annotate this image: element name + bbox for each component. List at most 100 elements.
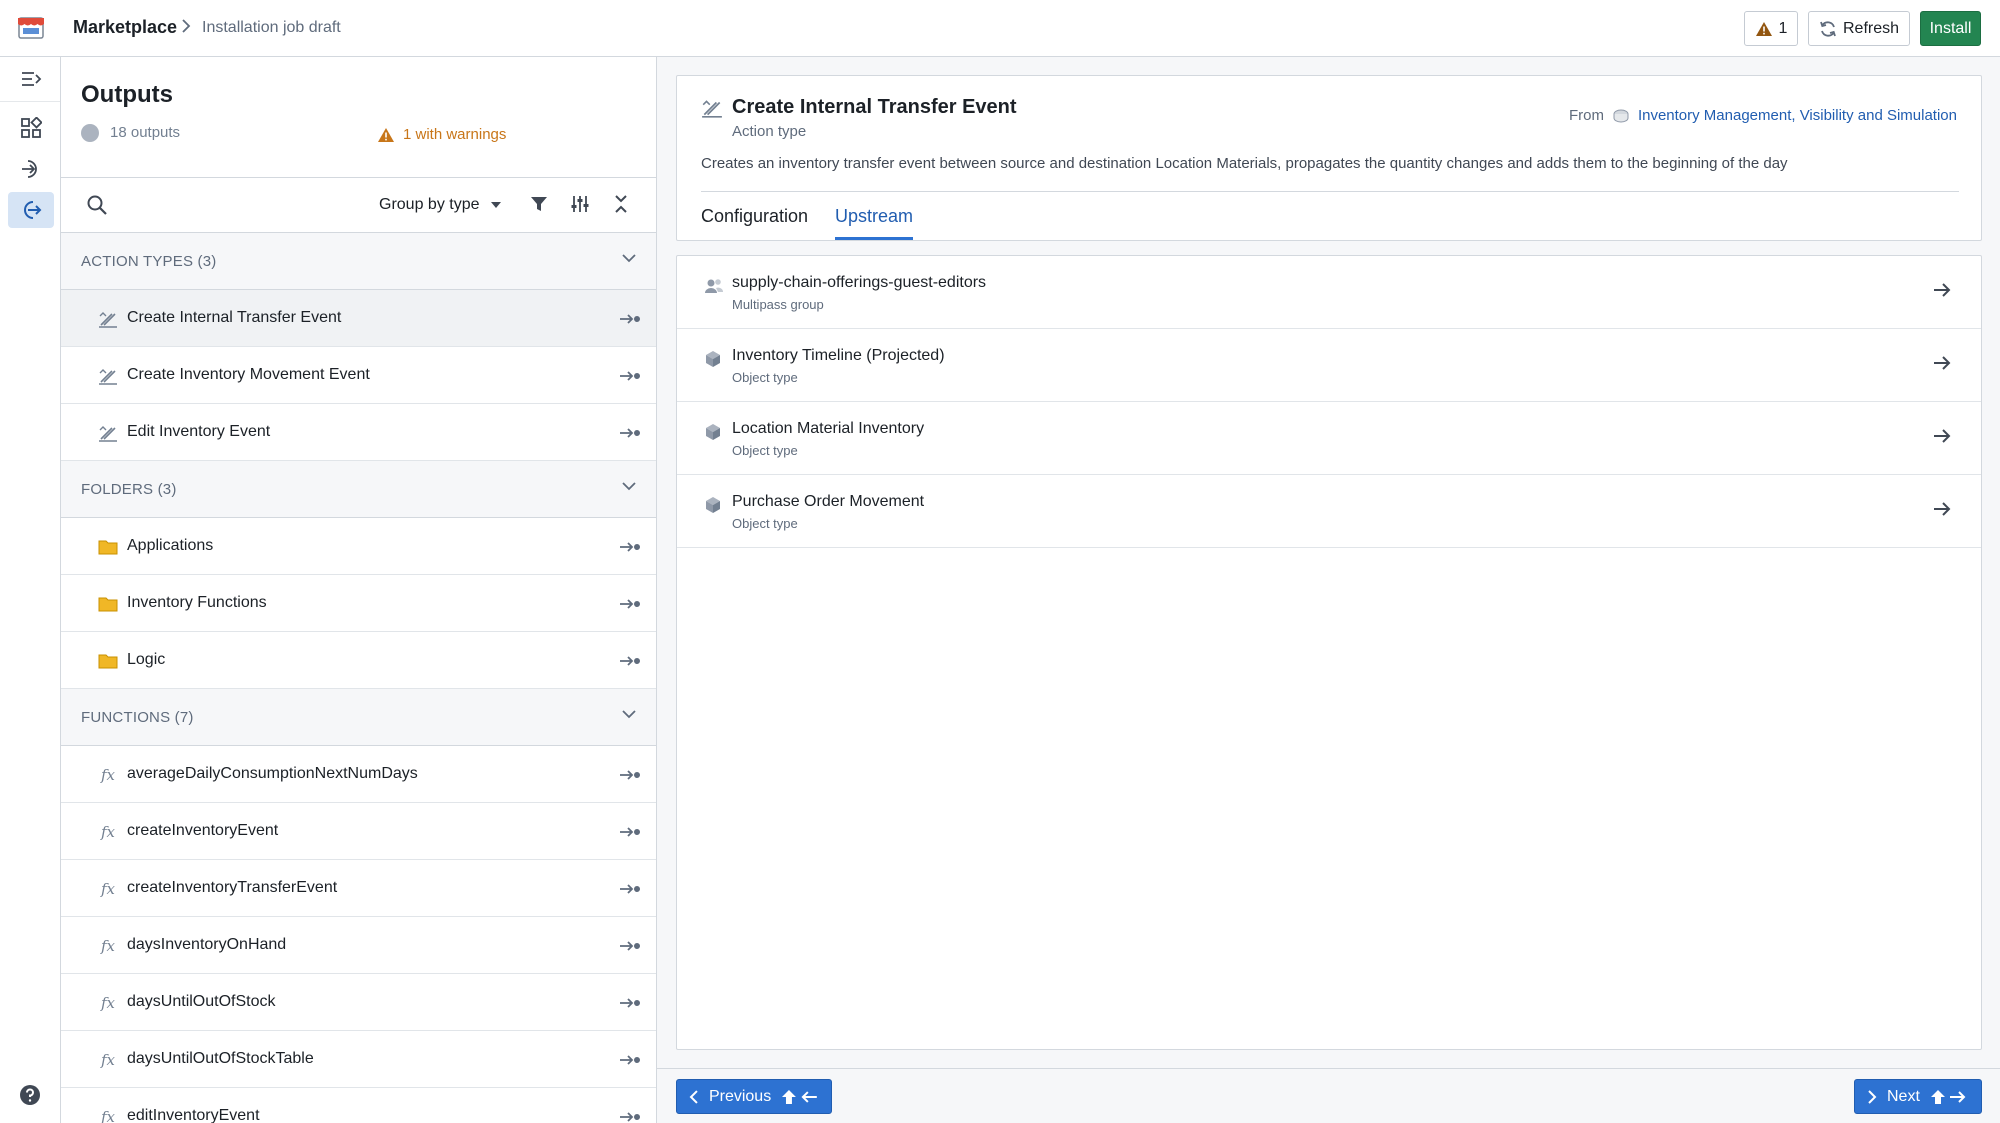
detail-source: From Inventory Management, Visibility an… xyxy=(1569,107,1957,124)
outputs-warnings[interactable]: 1 with warnings xyxy=(377,126,506,143)
go-to-icon[interactable] xyxy=(619,597,641,611)
go-to-icon[interactable] xyxy=(619,312,641,326)
go-to-icon[interactable] xyxy=(619,369,641,383)
warning-icon xyxy=(1755,21,1772,36)
outputs-title: Outputs xyxy=(81,81,173,108)
toggle-sidebar-button[interactable] xyxy=(8,61,54,97)
go-to-icon[interactable] xyxy=(619,1053,641,1067)
list-item[interactable]: Logic xyxy=(61,632,656,689)
action-type-icon xyxy=(702,100,722,118)
list-item[interactable]: Create Inventory Movement Event xyxy=(61,347,656,404)
go-to-icon[interactable] xyxy=(619,768,641,782)
collapse-all-icon[interactable] xyxy=(611,194,631,214)
status-dot-icon xyxy=(81,124,99,142)
list-item[interactable]: Edit Inventory Event xyxy=(61,404,656,461)
arrow-right-icon[interactable] xyxy=(1933,501,1951,517)
section-label: FUNCTIONS (7) xyxy=(81,709,194,726)
action-type-icon xyxy=(98,423,118,443)
breadcrumb-root[interactable]: Marketplace xyxy=(73,17,177,38)
upstream-row[interactable]: Location Material Inventory Object type xyxy=(677,402,1981,475)
breadcrumb-page: Installation job draft xyxy=(202,19,341,36)
upstream-row[interactable]: Purchase Order Movement Object type xyxy=(677,475,1981,548)
filter-icon[interactable] xyxy=(529,194,549,214)
outputs-panel: Outputs 18 outputs 1 with warnings Group… xyxy=(61,57,657,1123)
upstream-row[interactable]: supply-chain-offerings-guest-editors Mul… xyxy=(677,256,1981,329)
rail-outputs-button[interactable] xyxy=(8,192,54,228)
install-button[interactable]: Install xyxy=(1920,11,1981,46)
folder-icon xyxy=(98,651,118,671)
warnings-button[interactable]: 1 xyxy=(1744,11,1798,46)
section-folders[interactable]: FOLDERS (3) xyxy=(61,461,656,518)
caret-down-icon xyxy=(490,202,501,208)
rail-divider xyxy=(0,101,60,102)
product-icon xyxy=(1613,109,1629,122)
refresh-label: Refresh xyxy=(1842,19,1900,37)
list-item[interactable]: fx daysUntilOutOfStock xyxy=(61,974,656,1031)
function-icon: fx xyxy=(100,937,115,955)
go-to-icon[interactable] xyxy=(619,939,641,953)
cube-icon xyxy=(706,497,720,513)
list-item[interactable]: fx editInventoryEvent xyxy=(61,1088,656,1123)
go-to-icon[interactable] xyxy=(619,426,641,440)
chevron-down-icon xyxy=(622,254,636,263)
shortcut-shift-left-icon xyxy=(782,1089,818,1104)
rail-overview-button[interactable] xyxy=(8,110,54,146)
section-action-types[interactable]: ACTION TYPES (3) xyxy=(61,233,656,290)
search-icon[interactable] xyxy=(86,194,108,216)
list-item[interactable]: fx createInventoryEvent xyxy=(61,803,656,860)
go-to-icon[interactable] xyxy=(619,654,641,668)
section-label: ACTION TYPES (3) xyxy=(81,253,217,270)
arrow-right-icon[interactable] xyxy=(1933,355,1951,371)
go-to-icon[interactable] xyxy=(619,882,641,896)
go-to-icon[interactable] xyxy=(619,1110,641,1123)
tab-upstream[interactable]: Upstream xyxy=(835,206,914,240)
function-icon: fx xyxy=(100,823,115,841)
next-button[interactable]: Next xyxy=(1854,1079,1982,1114)
upstream-type: Object type xyxy=(732,443,798,458)
outputs-warnings-label: 1 with warnings xyxy=(403,126,507,143)
cube-icon xyxy=(706,424,720,440)
outputs-count: 18 outputs xyxy=(110,124,181,141)
detail-subtitle: Action type xyxy=(732,123,807,140)
function-icon: fx xyxy=(100,1051,115,1069)
refresh-icon xyxy=(1820,20,1836,37)
help-icon[interactable] xyxy=(18,1083,42,1107)
tab-configuration[interactable]: Configuration xyxy=(701,206,808,227)
warning-count: 1 xyxy=(1778,19,1788,37)
list-item[interactable]: fx averageDailyConsumptionNextNumDays xyxy=(61,746,656,803)
list-item[interactable]: fx createInventoryTransferEvent xyxy=(61,860,656,917)
chevron-down-icon xyxy=(622,710,636,719)
go-to-icon[interactable] xyxy=(619,540,641,554)
rail-inputs-button[interactable] xyxy=(8,151,54,187)
list-item-label: daysUntilOutOfStockTable xyxy=(127,1050,314,1067)
upstream-type: Object type xyxy=(732,370,798,385)
upstream-name: supply-chain-offerings-guest-editors xyxy=(732,274,987,291)
go-to-icon[interactable] xyxy=(619,825,641,839)
list-item[interactable]: Inventory Functions xyxy=(61,575,656,632)
go-to-icon[interactable] xyxy=(619,996,641,1010)
marketplace-logo-icon[interactable] xyxy=(16,12,46,42)
upstream-name: Location Material Inventory xyxy=(732,420,925,437)
source-link[interactable]: Inventory Management, Visibility and Sim… xyxy=(1638,107,1957,124)
list-item[interactable]: fx daysInventoryOnHand xyxy=(61,917,656,974)
list-item[interactable]: Applications xyxy=(61,518,656,575)
arrow-right-icon[interactable] xyxy=(1933,428,1951,444)
list-item[interactable]: fx daysUntilOutOfStockTable xyxy=(61,1031,656,1088)
upstream-list: supply-chain-offerings-guest-editors Mul… xyxy=(676,255,1982,1050)
outputs-toolbar: Group by type xyxy=(61,177,656,233)
list-item[interactable]: Create Internal Transfer Event xyxy=(61,290,656,347)
section-functions[interactable]: FUNCTIONS (7) xyxy=(61,689,656,746)
action-type-icon xyxy=(98,309,118,329)
chevron-right-icon xyxy=(1868,1089,1877,1104)
sliders-icon[interactable] xyxy=(570,194,590,214)
upstream-name: Inventory Timeline (Projected) xyxy=(732,347,945,364)
list-item-label: Create Internal Transfer Event xyxy=(127,309,342,326)
arrow-right-icon[interactable] xyxy=(1933,282,1951,298)
shortcut-shift-right-icon xyxy=(1930,1089,1966,1104)
group-by-select[interactable]: Group by type xyxy=(379,196,502,214)
previous-button[interactable]: Previous xyxy=(676,1079,832,1114)
refresh-button[interactable]: Refresh xyxy=(1808,11,1910,46)
list-item-label: Inventory Functions xyxy=(127,594,267,611)
list-item-label: Logic xyxy=(127,651,166,668)
upstream-row[interactable]: Inventory Timeline (Projected) Object ty… xyxy=(677,329,1981,402)
